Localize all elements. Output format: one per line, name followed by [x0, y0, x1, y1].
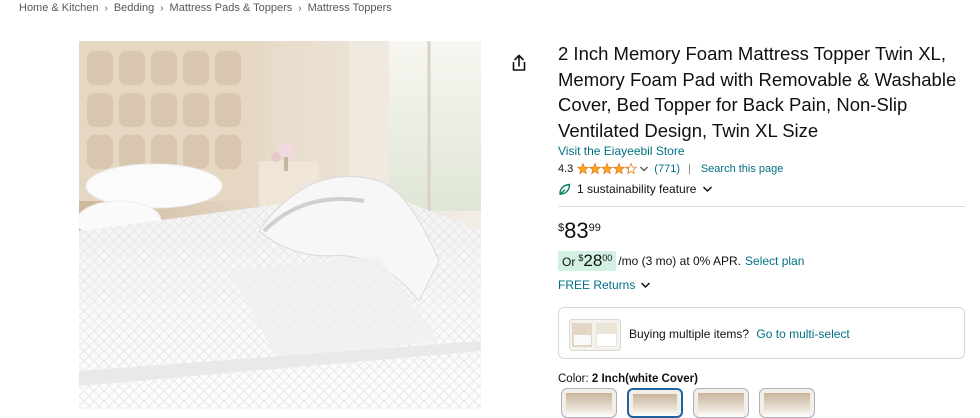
breadcrumb-separator: ›: [160, 2, 164, 14]
multi-select-prompt: Buying multiple items?: [629, 327, 750, 341]
monthly-price-chip: Or $ 28 00: [558, 251, 617, 271]
star-icon: [601, 163, 614, 175]
swatch-image: [633, 394, 677, 416]
share-button[interactable]: [510, 53, 528, 73]
breadcrumb-mattress-pads[interactable]: Mattress Pads & Toppers: [170, 2, 293, 14]
breadcrumb-separator: ›: [298, 2, 302, 14]
breadcrumb-mattress-toppers[interactable]: Mattress Toppers: [308, 2, 392, 14]
multi-select-text: Buying multiple items? Go to multi-selec…: [629, 327, 850, 341]
share-icon: [512, 54, 526, 71]
breadcrumb-bedding[interactable]: Bedding: [114, 2, 154, 14]
product-image[interactable]: [79, 41, 481, 409]
multi-select-box: Buying multiple items? Go to multi-selec…: [558, 307, 965, 359]
color-swatch[interactable]: [693, 388, 749, 418]
search-this-page-link[interactable]: Search this page: [701, 163, 784, 175]
sustainability-label: 1 sustainability feature: [577, 182, 697, 196]
star-rating[interactable]: [577, 163, 649, 175]
chevron-down-icon: [640, 166, 649, 172]
rating-row: 4.3 (771) | Search this page: [558, 162, 783, 176]
price-fraction: 99: [588, 222, 601, 234]
select-plan-link[interactable]: Select plan: [745, 254, 804, 268]
price-whole: 83: [564, 218, 589, 243]
star-icon: [577, 163, 590, 175]
divider-pipe: |: [687, 163, 691, 175]
monthly-whole: 28: [583, 251, 603, 270]
review-count-link[interactable]: (771): [654, 163, 680, 175]
chevron-down-icon: [641, 282, 651, 289]
swatch-image: [698, 393, 744, 417]
star-icon: [625, 163, 638, 175]
star-icon: [577, 163, 638, 175]
monthly-prefix: Or: [562, 255, 576, 269]
swatch-image: [566, 393, 612, 417]
star-icon: [613, 163, 626, 175]
breadcrumb: Home & Kitchen › Bedding › Mattress Pads…: [19, 2, 392, 14]
color-label: Color:: [558, 373, 589, 385]
color-swatch-selected[interactable]: [627, 388, 683, 418]
color-swatch[interactable]: [561, 388, 617, 418]
swatch-image: [764, 393, 810, 417]
section-divider: [558, 206, 965, 207]
breadcrumb-separator: ›: [104, 2, 108, 14]
multi-select-link[interactable]: Go to multi-select: [756, 327, 849, 341]
price: $ 83 99: [558, 219, 601, 243]
color-value: 2 Inch(white Cover): [591, 373, 698, 385]
breadcrumb-home-kitchen[interactable]: Home & Kitchen: [19, 2, 98, 14]
color-swatch[interactable]: [759, 388, 815, 418]
multi-select-image: [572, 323, 617, 347]
monthly-terms: /mo (3 mo) at 0% APR.: [618, 254, 742, 268]
product-photo: [79, 41, 481, 409]
multi-select-thumbnail: [569, 319, 621, 351]
store-link[interactable]: Visit the Eiayeebil Store: [558, 144, 685, 158]
chevron-down-icon: [703, 186, 713, 193]
rating-value: 4.3: [558, 163, 574, 175]
monthly-payment-row: Or $ 28 00 /mo (3 mo) at 0% APR. Select …: [558, 251, 804, 271]
monthly-fraction: 00: [602, 253, 613, 263]
leaf-icon: [559, 183, 571, 195]
star-icon: [589, 163, 602, 175]
free-returns-link[interactable]: FREE Returns: [558, 278, 651, 292]
free-returns-label: FREE Returns: [558, 278, 636, 292]
product-title: 2 Inch Memory Foam Mattress Topper Twin …: [558, 43, 957, 141]
sustainability-feature[interactable]: 1 sustainability feature: [558, 182, 713, 196]
color-selection-label: Color: 2 Inch(white Cover): [558, 373, 698, 385]
